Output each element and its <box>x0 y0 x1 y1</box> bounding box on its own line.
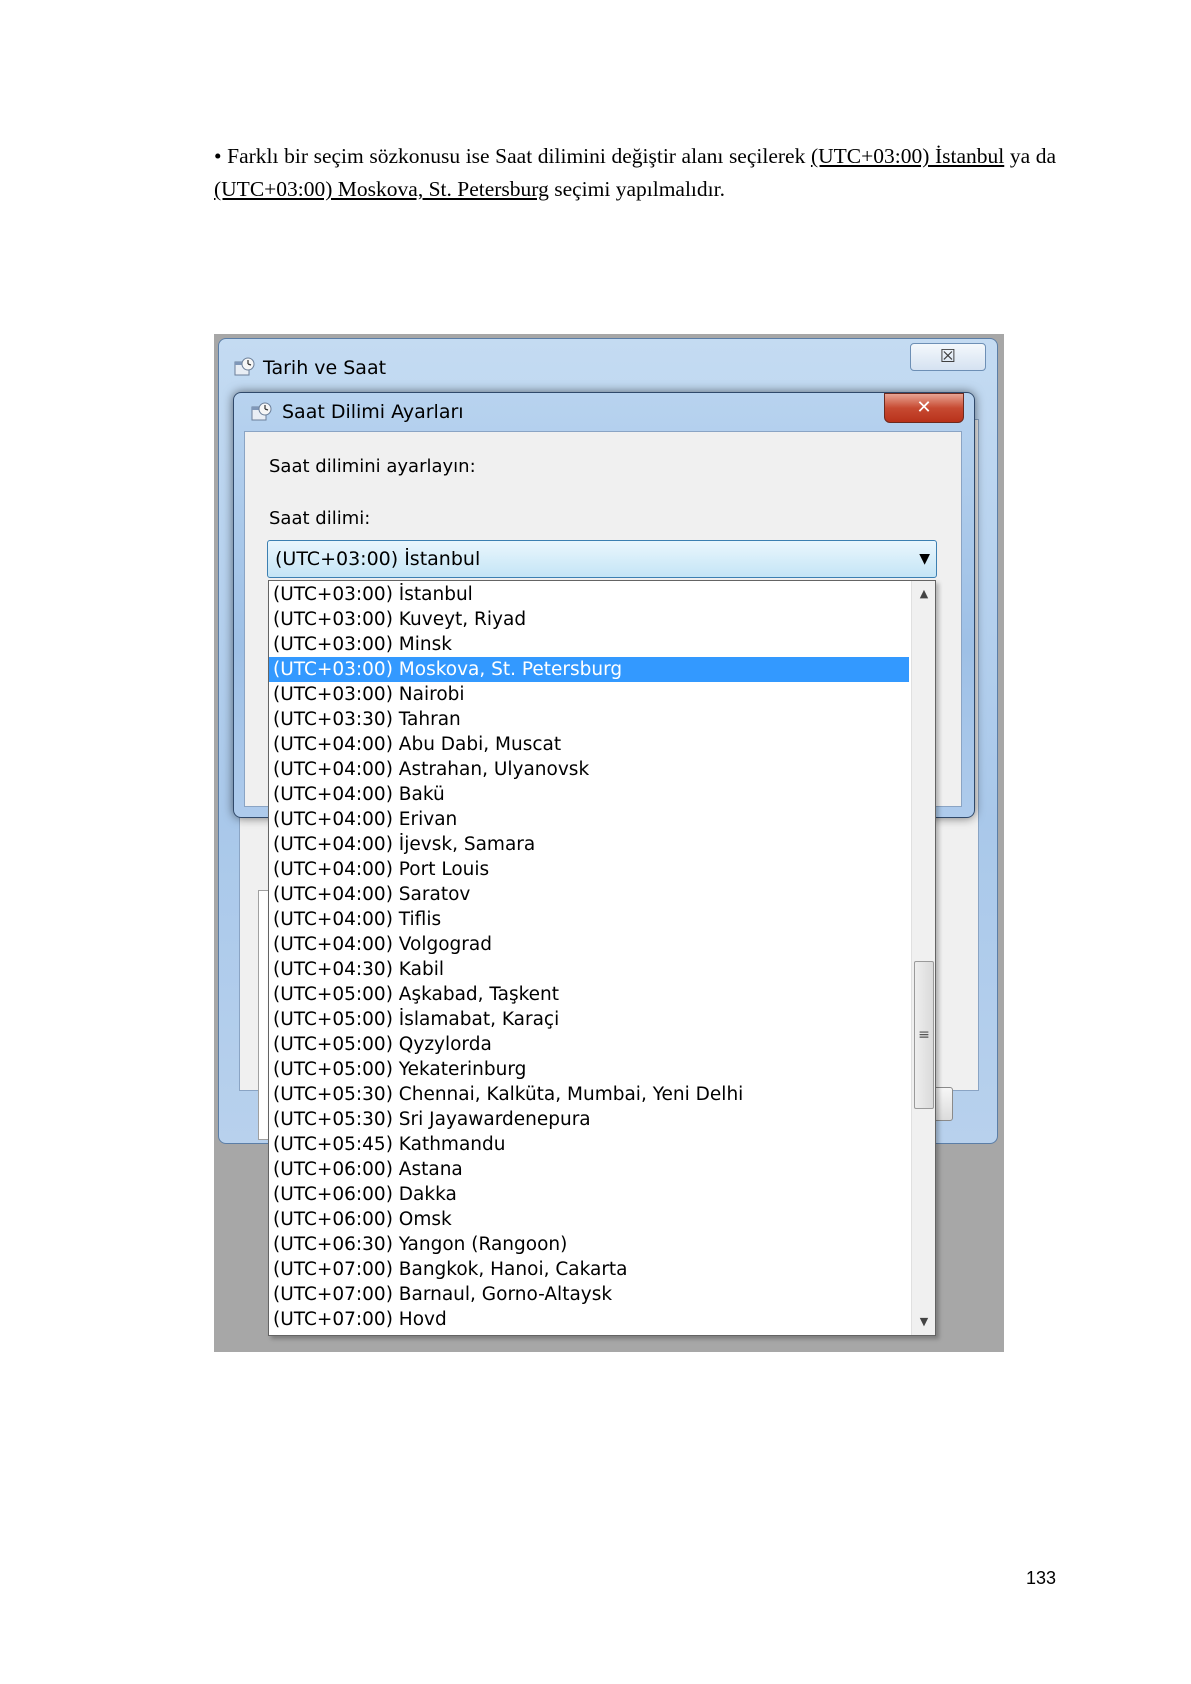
timezone-option[interactable]: (UTC+04:00) Abu Dabi, Muscat <box>269 732 909 757</box>
timezone-option[interactable]: (UTC+06:00) Dakka <box>269 1182 909 1207</box>
timezone-option[interactable]: (UTC+03:00) İstanbul <box>269 582 909 607</box>
timezone-option[interactable]: (UTC+04:00) Astrahan, Ulyanovsk <box>269 757 909 782</box>
timezone-option[interactable]: (UTC+03:30) Tahran <box>269 707 909 732</box>
timezone-option[interactable]: (UTC+05:45) Kathmandu <box>269 1132 909 1157</box>
scrollbar[interactable]: ▲ ≡ ▼ <box>911 581 935 1335</box>
timezone-option[interactable]: (UTC+04:00) Port Louis <box>269 857 909 882</box>
timezone-option[interactable]: (UTC+06:00) Omsk <box>269 1207 909 1232</box>
paragraph-text-2: ya da <box>1009 144 1057 168</box>
option-moskova: (UTC+03:00) Moskova, St. Petersburg <box>214 177 549 201</box>
timezone-option[interactable]: (UTC+04:30) Kabil <box>269 957 909 982</box>
instruction-paragraph: • Farklı bir seçim sözkonusu ise Saat di… <box>214 140 1056 206</box>
timezone-option[interactable]: (UTC+07:00) Bangkok, Hanoi, Cakarta <box>269 1257 909 1282</box>
timezone-option[interactable]: (UTC+04:00) Bakü <box>269 782 909 807</box>
timezone-select[interactable]: (UTC+03:00) İstanbul ▼ <box>267 540 937 578</box>
timezone-options: (UTC+03:00) İstanbul (UTC+03:00) Kuveyt, … <box>269 582 909 1332</box>
timezone-option[interactable]: (UTC+06:30) Yangon (Rangoon) <box>269 1232 909 1257</box>
scrollbar-thumb[interactable]: ≡ <box>914 961 934 1109</box>
paragraph-text-1: Farklı bir seçim sözkonusu ise Saat dili… <box>227 144 806 168</box>
chevron-down-icon[interactable]: ▼ <box>919 543 930 575</box>
window-title: Tarih ve Saat <box>263 357 387 379</box>
timezone-select-value: (UTC+03:00) İstanbul <box>275 548 481 570</box>
timezone-option[interactable]: (UTC+05:00) Aşkabad, Taşkent <box>269 982 909 1007</box>
bullet: • <box>214 144 222 168</box>
instruction-label: Saat dilimini ayarlayın: <box>269 456 476 477</box>
timezone-option[interactable]: (UTC+07:00) Barnaul, Gorno-Altaysk <box>269 1282 909 1307</box>
window-close-button[interactable]: ☒ <box>910 343 986 371</box>
timezone-option[interactable]: (UTC+05:00) Yekaterinburg <box>269 1057 909 1082</box>
timezone-option[interactable]: (UTC+03:00) Nairobi <box>269 682 909 707</box>
screenshot: Tarih ve Saat ☒ Saat Dilimi Ayarları ✕ S… <box>214 334 1004 1352</box>
timezone-option[interactable]: (UTC+07:00) Hovd <box>269 1307 909 1332</box>
timezone-option[interactable]: (UTC+03:00) Minsk <box>269 632 909 657</box>
dialog-close-button[interactable]: ✕ <box>884 393 964 423</box>
timezone-option[interactable]: (UTC+03:00) Moskova, St. Petersburg <box>269 657 909 682</box>
option-istanbul: (UTC+03:00) İstanbul <box>810 144 1005 168</box>
timezone-option[interactable]: (UTC+04:00) Volgograd <box>269 932 909 957</box>
dialog-title: Saat Dilimi Ayarları <box>282 401 464 423</box>
clock-calendar-icon <box>234 357 255 376</box>
clock-calendar-icon <box>251 402 272 421</box>
timezone-option[interactable]: (UTC+06:00) Astana <box>269 1157 909 1182</box>
page-number: 133 <box>1025 1568 1056 1588</box>
paragraph-text-3: seçimi yapılmalıdır. <box>554 177 725 201</box>
timezone-option[interactable]: (UTC+05:30) Sri Jayawardenepura <box>269 1107 909 1132</box>
timezone-option[interactable]: (UTC+04:00) Saratov <box>269 882 909 907</box>
timezone-label: Saat dilimi: <box>269 508 371 529</box>
timezone-option[interactable]: (UTC+04:00) Erivan <box>269 807 909 832</box>
timezone-option[interactable]: (UTC+03:00) Kuveyt, Riyad <box>269 607 909 632</box>
timezone-option[interactable]: (UTC+05:30) Chennai, Kalküta, Mumbai, Ye… <box>269 1082 909 1107</box>
timezone-option[interactable]: (UTC+04:00) Tiflis <box>269 907 909 932</box>
scroll-down-icon[interactable]: ▼ <box>912 1311 935 1333</box>
timezone-option[interactable]: (UTC+05:00) İslamabat, Karaçi <box>269 1007 909 1032</box>
timezone-dropdown-list[interactable]: (UTC+03:00) İstanbul (UTC+03:00) Kuveyt, … <box>268 580 936 1336</box>
timezone-option[interactable]: (UTC+04:00) İjevsk, Samara <box>269 832 909 857</box>
scroll-up-icon[interactable]: ▲ <box>912 583 935 605</box>
timezone-option[interactable]: (UTC+05:00) Qyzylorda <box>269 1032 909 1057</box>
